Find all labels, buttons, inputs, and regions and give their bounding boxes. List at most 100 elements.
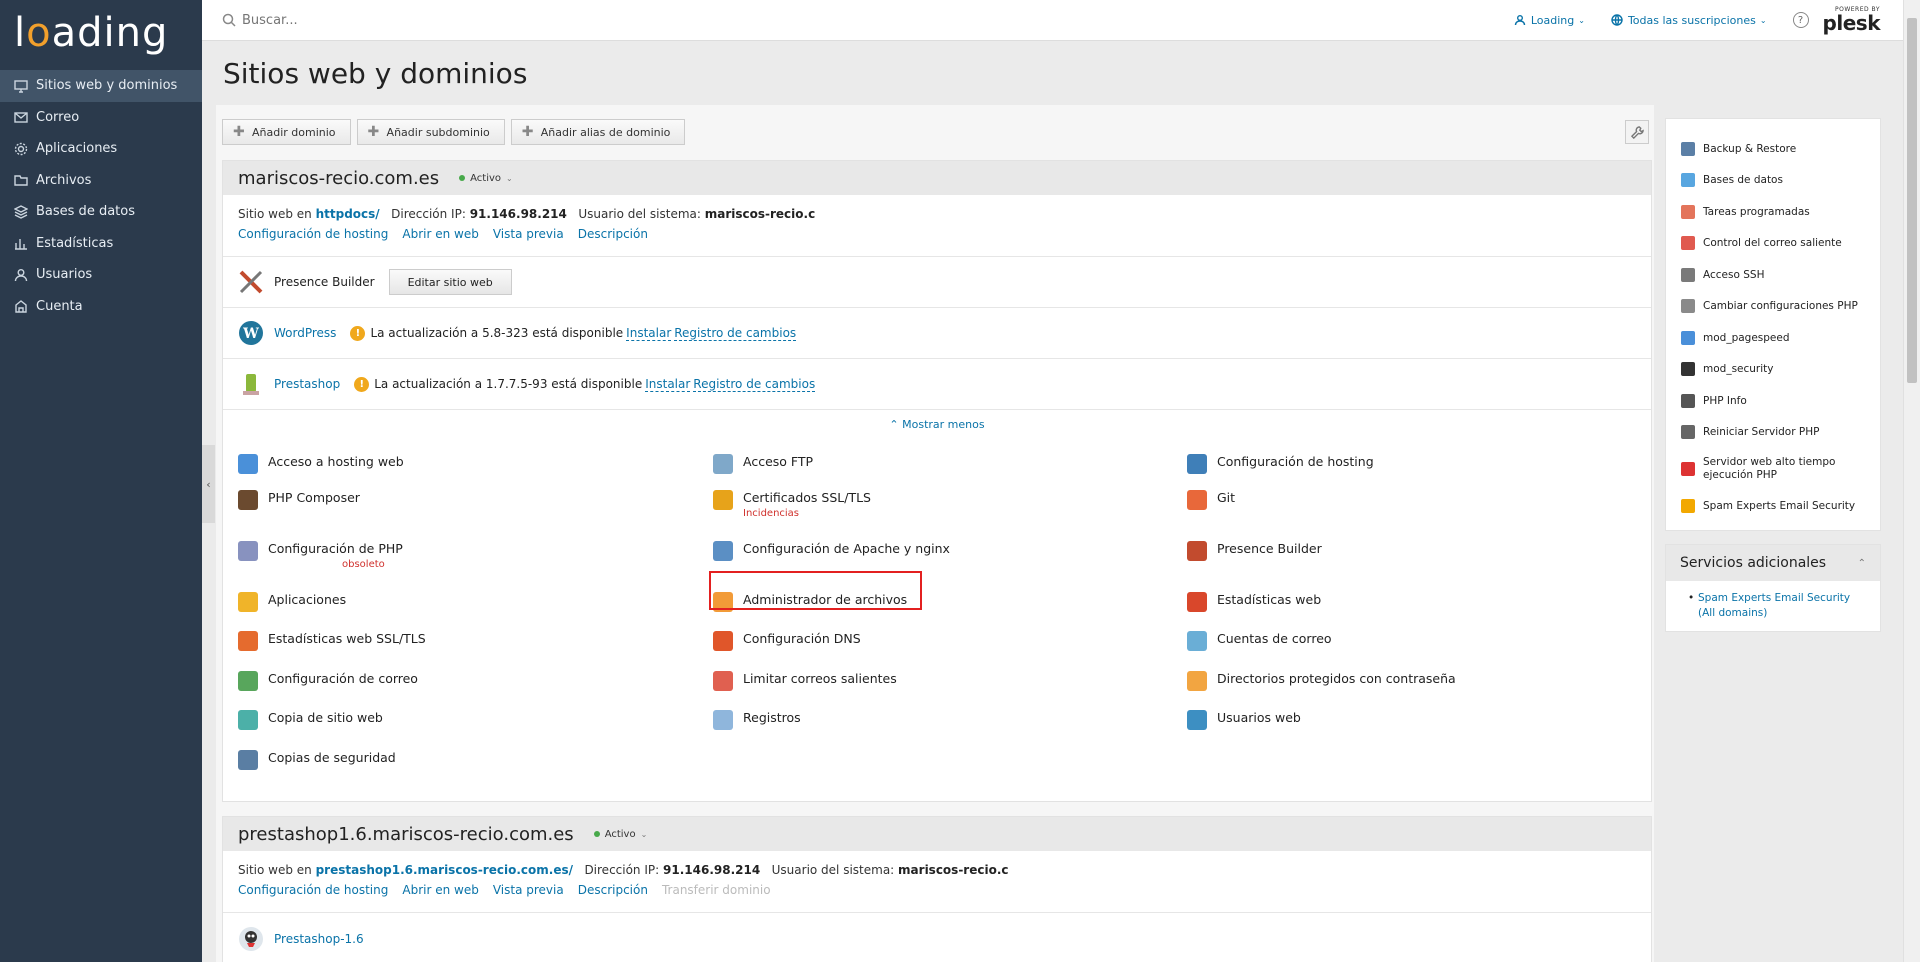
tool-web-statistics[interactable]: Estadísticas web — [1187, 592, 1321, 612]
services-item[interactable]: Spam Experts Email Security (All domains… — [1688, 591, 1866, 621]
right-panel-item-spam-experts[interactable]: Spam Experts Email Security — [1666, 490, 1880, 522]
logo[interactable]: loading — [0, 0, 202, 70]
tool-web-users[interactable]: Usuarios web — [1187, 710, 1301, 730]
web-hosting-access-icon — [238, 454, 258, 474]
tool-website-copying[interactable]: Copia de sitio web — [238, 710, 383, 730]
tool-apache-nginx-settings[interactable]: Configuración de Apache y nginx — [713, 541, 950, 561]
show-less-toggle[interactable]: ⌃ Mostrar menos — [223, 410, 1651, 442]
sidebar-item-applications[interactable]: Aplicaciones — [0, 133, 202, 165]
prestashop-icon — [238, 926, 264, 952]
status-dot — [593, 831, 600, 837]
tool-ftp-access[interactable]: Acceso FTP — [713, 454, 813, 474]
prestashop-row: Prestashop-1.6 — [223, 913, 1651, 962]
tool-dns-settings[interactable]: Configuración DNS — [713, 631, 861, 651]
tool-sublabel: obsoleto — [342, 559, 385, 570]
tool-applications[interactable]: Aplicaciones — [238, 592, 346, 612]
sidebar-item-mail[interactable]: Correo — [0, 102, 202, 134]
tool-web-statistics-ssl[interactable]: Estadísticas web SSL/TLS — [238, 631, 426, 651]
edit-website-button[interactable]: Editar sitio web — [388, 269, 512, 295]
right-panel-item-php-info[interactable]: PHP Info — [1666, 385, 1880, 417]
services-header[interactable]: Servicios adicionales ⌃ — [1666, 545, 1880, 581]
status-label: Activo — [604, 828, 636, 840]
change-php-settings-icon — [1681, 299, 1695, 314]
status-dropdown[interactable]: Activo ⌄ — [593, 828, 647, 840]
tool-ssl-certificates[interactable]: Certificados SSL/TLS Incidencias — [713, 490, 871, 519]
web-server-php-timeout-icon — [1681, 462, 1695, 476]
add-alias-label: Añadir alias de dominio — [540, 125, 671, 139]
subscriptions-menu[interactable]: Todas las suscripciones ⌄ — [1611, 14, 1767, 27]
sidebar-item-files[interactable]: Archivos — [0, 165, 202, 197]
sidebar-item-websites[interactable]: Sitios web y dominios — [0, 70, 202, 102]
document-root-link[interactable]: prestashop1.6.mariscos-recio.com.es/ — [316, 863, 573, 877]
tool-git[interactable]: Git — [1187, 490, 1235, 510]
hosting-settings-link[interactable]: Configuración de hosting — [238, 227, 388, 246]
tool-web-hosting-access[interactable]: Acceso a hosting web — [238, 454, 404, 474]
user-menu[interactable]: Loading ⌄ — [1514, 14, 1585, 27]
right-panel-item-label: Backup & Restore — [1703, 142, 1797, 155]
sidebar-item-label: Usuarios — [36, 267, 93, 283]
sidebar-item-users[interactable]: Usuarios — [0, 259, 202, 291]
domain-name[interactable]: mariscos-recio.com.es — [238, 168, 439, 189]
changelog-link[interactable]: Registro de cambios — [693, 377, 816, 392]
description-link[interactable]: Descripción — [578, 883, 648, 902]
tool-logs[interactable]: Registros — [713, 710, 801, 730]
tool-php-settings[interactable]: Configuración de PHP obsoleto — [238, 541, 403, 570]
sidebar-item-statistics[interactable]: Estadísticas — [0, 228, 202, 260]
help-icon[interactable]: ? — [1792, 12, 1809, 28]
install-link[interactable]: Instalar — [626, 326, 672, 341]
wrench-icon[interactable] — [1625, 120, 1649, 144]
scrollbar-thumb[interactable] — [1907, 18, 1917, 383]
add-domain-button[interactable]: ✚ Añadir dominio — [222, 119, 351, 145]
password-protected-directories-icon — [1187, 671, 1207, 691]
add-subdomain-button[interactable]: ✚ Añadir subdominio — [356, 119, 505, 145]
right-panel-item-backup-restore[interactable]: Backup & Restore — [1666, 133, 1880, 165]
sidebar-item-account[interactable]: Cuenta — [0, 291, 202, 323]
database-icon — [14, 204, 28, 219]
prestashop-16-link[interactable]: Prestashop-1.6 — [274, 932, 364, 946]
system-user-value: mariscos-recio.c — [704, 207, 816, 221]
tool-hosting-settings[interactable]: Configuración de hosting — [1187, 454, 1374, 474]
document-root-link[interactable]: httpdocs/ — [316, 207, 380, 221]
open-in-web-link[interactable]: Abrir en web — [402, 883, 478, 902]
scheduled-tasks-icon — [1681, 204, 1695, 219]
changelog-link[interactable]: Registro de cambios — [674, 326, 797, 341]
site-label: Sitio web en — [238, 207, 312, 221]
status-dropdown[interactable]: Activo ⌄ — [459, 173, 513, 184]
search-input[interactable] — [242, 12, 542, 28]
right-panel-item-scheduled-tasks[interactable]: Tareas programadas — [1666, 196, 1880, 228]
tool-file-manager[interactable]: Administrador de archivos — [713, 592, 907, 612]
tool-label: Configuración de hosting — [1217, 454, 1374, 469]
right-panel-item-change-php-settings[interactable]: Cambiar configuraciones PHP — [1666, 291, 1880, 323]
add-domain-alias-button[interactable]: ✚ Añadir alias de dominio — [510, 119, 686, 145]
right-panel-item-restart-php-server[interactable]: Reiniciar Servidor PHP — [1666, 417, 1880, 449]
open-in-web-link[interactable]: Abrir en web — [402, 227, 478, 246]
prestashop-link[interactable]: Prestashop — [274, 377, 340, 391]
right-panel-item-mod-pagespeed[interactable]: mod_pagespeed — [1666, 322, 1880, 354]
tool-limit-outgoing-mail[interactable]: Limitar correos salientes — [713, 671, 897, 691]
tool-mail-settings[interactable]: Configuración de correo — [238, 671, 418, 691]
tool-password-protected-directories[interactable]: Directorios protegidos con contraseña — [1187, 671, 1456, 691]
right-panel-item-outgoing-mail-control[interactable]: Control del correo saliente — [1666, 228, 1880, 260]
sidebar-item-label: Archivos — [36, 172, 92, 188]
tool-label: Aplicaciones — [268, 592, 347, 607]
sidebar-collapse-handle[interactable]: ‹ — [202, 445, 215, 523]
presence-builder-row: Presence Builder Editar sitio web — [223, 257, 1651, 308]
right-panel-item-web-server-php-timeout[interactable]: Servidor web alto tiempo ejecución PHP — [1666, 448, 1880, 490]
tool-presence-builder[interactable]: Presence Builder — [1187, 541, 1322, 561]
tool-php-composer[interactable]: PHP Composer — [238, 490, 360, 510]
domain-name[interactable]: prestashop1.6.mariscos-recio.com.es — [238, 824, 574, 845]
right-panel-item-ssh-access[interactable]: Acceso SSH — [1666, 259, 1880, 291]
right-panel-item-databases[interactable]: Bases de datos — [1666, 165, 1880, 197]
tool-sublabel[interactable]: Incidencias — [743, 508, 871, 519]
preview-link[interactable]: Vista previa — [493, 227, 564, 246]
right-panel-item-mod-security[interactable]: mod_security — [1666, 354, 1880, 386]
page-scrollbar[interactable] — [1903, 0, 1920, 962]
install-link[interactable]: Instalar — [645, 377, 691, 392]
preview-link[interactable]: Vista previa — [493, 883, 564, 902]
sidebar-item-databases[interactable]: Bases de datos — [0, 196, 202, 228]
wordpress-link[interactable]: WordPress — [274, 326, 336, 340]
tool-mail-accounts[interactable]: Cuentas de correo — [1187, 631, 1332, 651]
tool-backups[interactable]: Copias de seguridad — [238, 750, 396, 770]
hosting-settings-link[interactable]: Configuración de hosting — [238, 883, 388, 902]
description-link[interactable]: Descripción — [578, 227, 648, 246]
